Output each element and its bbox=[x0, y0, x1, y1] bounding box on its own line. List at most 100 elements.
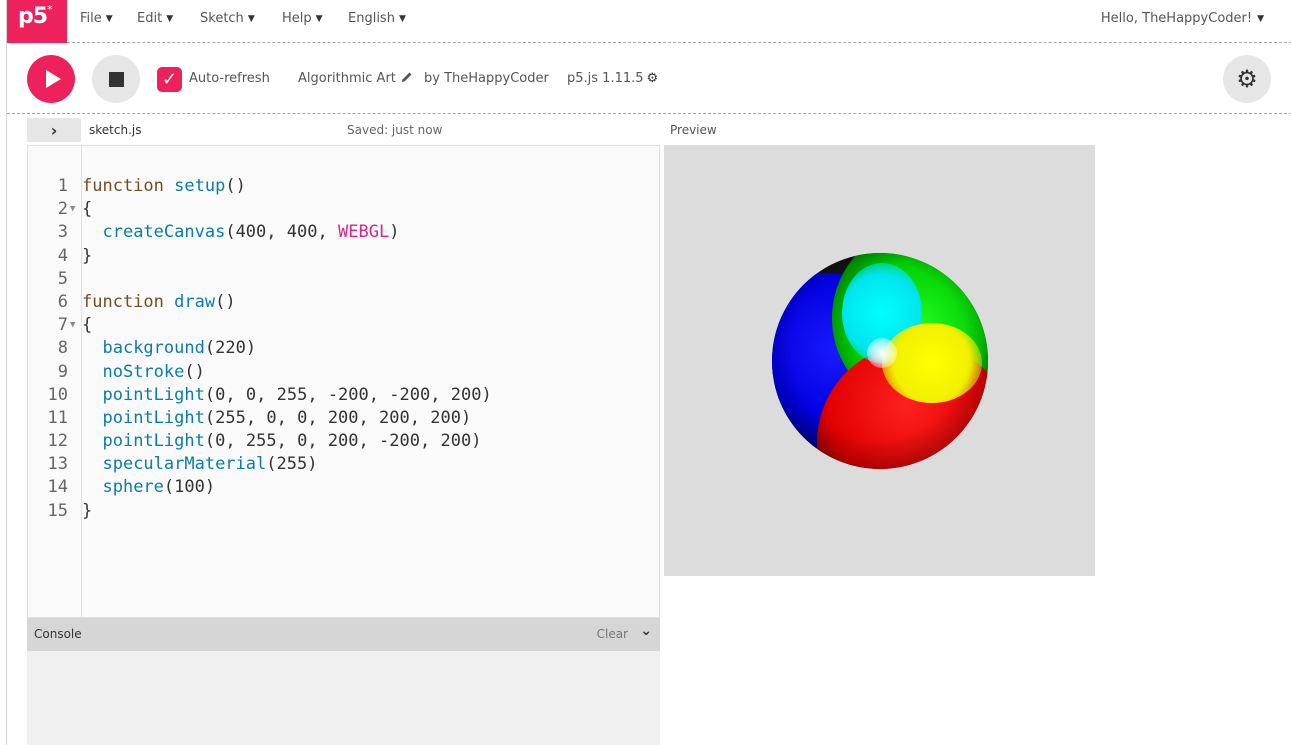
caret-down-icon: ▼ bbox=[105, 13, 113, 24]
line-number: 12 bbox=[47, 431, 68, 452]
line-number: 1 bbox=[57, 176, 68, 196]
p5-logo[interactable]: p5* bbox=[7, 0, 67, 43]
user-menu[interactable]: Hello, TheHappyCoder! ▼ bbox=[1101, 11, 1264, 26]
fold-arrow-icon[interactable] bbox=[68, 500, 82, 523]
line-number: 7 bbox=[57, 315, 68, 336]
menu-file[interactable]: File ▼ bbox=[80, 11, 113, 26]
code-line[interactable]: 10 pointLight(0, 0, 255, -200, -200, 200… bbox=[28, 384, 492, 407]
gear-icon: ⚙ bbox=[646, 71, 659, 86]
code-line[interactable]: 1 function setup() bbox=[28, 175, 492, 198]
line-number: 4 bbox=[57, 245, 68, 266]
code-text: { bbox=[82, 315, 93, 336]
code-lines[interactable]: 1 function setup() 2 ▼{3 createCanvas(400, … bbox=[28, 175, 492, 523]
console-header: Console Clear ⌄ bbox=[27, 618, 660, 651]
sketch-author[interactable]: by TheHappyCoder bbox=[424, 71, 549, 86]
console-title: Console bbox=[34, 627, 82, 641]
sketch-name-text: Algorithmic Art bbox=[298, 71, 396, 86]
caret-down-icon: ▼ bbox=[166, 13, 174, 24]
code-line[interactable]: 13 specularMaterial(255) bbox=[28, 453, 492, 476]
fold-arrow-icon[interactable] bbox=[68, 453, 82, 476]
preview-label: Preview bbox=[670, 123, 717, 137]
menu-file-label: File bbox=[80, 11, 102, 26]
sidebar-toggle-button[interactable]: › bbox=[27, 118, 81, 142]
menu-help-label: Help bbox=[282, 11, 312, 26]
code-text: pointLight(0, 0, 255, -200, -200, 200) bbox=[102, 384, 492, 405]
code-line[interactable]: 12 pointLight(0, 255, 0, 200, -200, 200) bbox=[28, 430, 492, 453]
code-text: sphere(100) bbox=[102, 477, 216, 498]
line-number: 10 bbox=[47, 384, 68, 405]
sketch-name[interactable]: Algorithmic Art bbox=[298, 71, 413, 87]
line-number: 2 bbox=[57, 199, 68, 220]
code-text: function setup() bbox=[82, 176, 246, 196]
menubar: p5* File ▼ Edit ▼ Sketch ▼ Help ▼ English ▼ H… bbox=[7, 0, 1291, 43]
code-text: } bbox=[82, 245, 93, 266]
menu-sketch-label: Sketch bbox=[200, 11, 244, 26]
fold-arrow-icon[interactable] bbox=[68, 175, 82, 198]
line-number: 13 bbox=[47, 454, 68, 475]
p5-editor-window: p5* File ▼ Edit ▼ Sketch ▼ Help ▼ English ▼ H… bbox=[6, 0, 1291, 745]
code-text: background(220) bbox=[102, 338, 257, 359]
stop-button[interactable] bbox=[92, 55, 140, 103]
code-line[interactable]: 3 createCanvas(400, 400, WEBGL) bbox=[28, 221, 492, 244]
menu-help[interactable]: Help ▼ bbox=[282, 11, 323, 26]
lit-sphere bbox=[771, 252, 988, 469]
code-text: pointLight(0, 255, 0, 200, -200, 200) bbox=[102, 431, 482, 452]
fold-arrow-icon[interactable] bbox=[68, 384, 82, 407]
file-name: sketch.js bbox=[89, 123, 142, 137]
code-line[interactable]: 6 function draw() bbox=[28, 291, 492, 314]
logo-text: p5 bbox=[18, 4, 48, 29]
menu-edit[interactable]: Edit ▼ bbox=[137, 11, 173, 26]
fold-arrow-icon[interactable] bbox=[68, 221, 82, 244]
fold-arrow-icon[interactable] bbox=[68, 430, 82, 453]
code-line[interactable]: 11 pointLight(255, 0, 0, 200, 200, 200) bbox=[28, 407, 492, 430]
console-clear-button[interactable]: Clear bbox=[597, 627, 628, 641]
toolbar: ✓ Auto-refresh Algorithmic Art by TheHap… bbox=[7, 43, 1291, 114]
fold-arrow-icon[interactable]: ▼ bbox=[68, 198, 82, 221]
line-number: 9 bbox=[57, 361, 68, 382]
fold-arrow-icon[interactable] bbox=[68, 407, 82, 430]
menu-language[interactable]: English ▼ bbox=[348, 11, 406, 26]
line-number: 14 bbox=[47, 477, 68, 498]
caret-down-icon: ▼ bbox=[247, 13, 255, 24]
p5-version[interactable]: p5.js 1.11.5 ⚙ bbox=[567, 71, 658, 86]
caret-down-icon: ▼ bbox=[1257, 13, 1264, 24]
gear-icon: ⚙ bbox=[1236, 65, 1258, 93]
fold-arrow-icon[interactable] bbox=[68, 291, 82, 314]
code-editor[interactable]: 1 function setup() 2 ▼{3 createCanvas(400, … bbox=[27, 145, 660, 618]
fold-arrow-icon[interactable] bbox=[68, 268, 82, 291]
menu-language-label: English bbox=[348, 11, 395, 26]
pencil-icon[interactable] bbox=[401, 71, 413, 87]
chevron-down-icon[interactable]: ⌄ bbox=[640, 623, 652, 639]
user-greeting: Hello, TheHappyCoder! bbox=[1100, 11, 1253, 26]
code-line[interactable]: 15} bbox=[28, 500, 492, 523]
logo-asterisk: * bbox=[47, 2, 52, 16]
fold-arrow-icon[interactable] bbox=[68, 337, 82, 360]
fold-arrow-icon[interactable] bbox=[68, 245, 82, 268]
caret-down-icon: ▼ bbox=[315, 13, 323, 24]
fold-arrow-icon[interactable] bbox=[68, 476, 82, 499]
code-line[interactable]: 4} bbox=[28, 245, 492, 268]
code-line[interactable]: 8 background(220) bbox=[28, 337, 492, 360]
code-text: pointLight(255, 0, 0, 200, 200, 200) bbox=[102, 407, 472, 428]
line-number: 5 bbox=[57, 268, 68, 289]
auto-refresh-checkbox[interactable]: ✓ bbox=[157, 67, 182, 92]
settings-button[interactable]: ⚙ bbox=[1223, 55, 1271, 103]
code-line[interactable]: 5 bbox=[28, 268, 492, 291]
menu-sketch[interactable]: Sketch ▼ bbox=[200, 11, 255, 26]
line-number: 11 bbox=[47, 407, 68, 428]
code-line[interactable]: 2 ▼{ bbox=[28, 198, 492, 221]
code-line[interactable]: 7 ▼{ bbox=[28, 314, 492, 337]
code-text: function draw() bbox=[82, 291, 236, 312]
caret-down-icon: ▼ bbox=[398, 13, 406, 24]
auto-refresh-label[interactable]: Auto-refresh bbox=[189, 71, 270, 86]
p5-version-text: p5.js 1.11.5 bbox=[567, 71, 644, 86]
code-line[interactable]: 14 sphere(100) bbox=[28, 476, 492, 499]
fold-arrow-icon[interactable]: ▼ bbox=[68, 314, 82, 337]
saved-status: Saved: just now bbox=[347, 123, 443, 137]
sphere-shading bbox=[771, 252, 988, 469]
play-button[interactable] bbox=[27, 55, 75, 103]
fold-arrow-icon[interactable] bbox=[68, 361, 82, 384]
code-text: specularMaterial(255) bbox=[102, 454, 318, 475]
code-line[interactable]: 9 noStroke() bbox=[28, 361, 492, 384]
preview-canvas[interactable] bbox=[664, 145, 1095, 576]
